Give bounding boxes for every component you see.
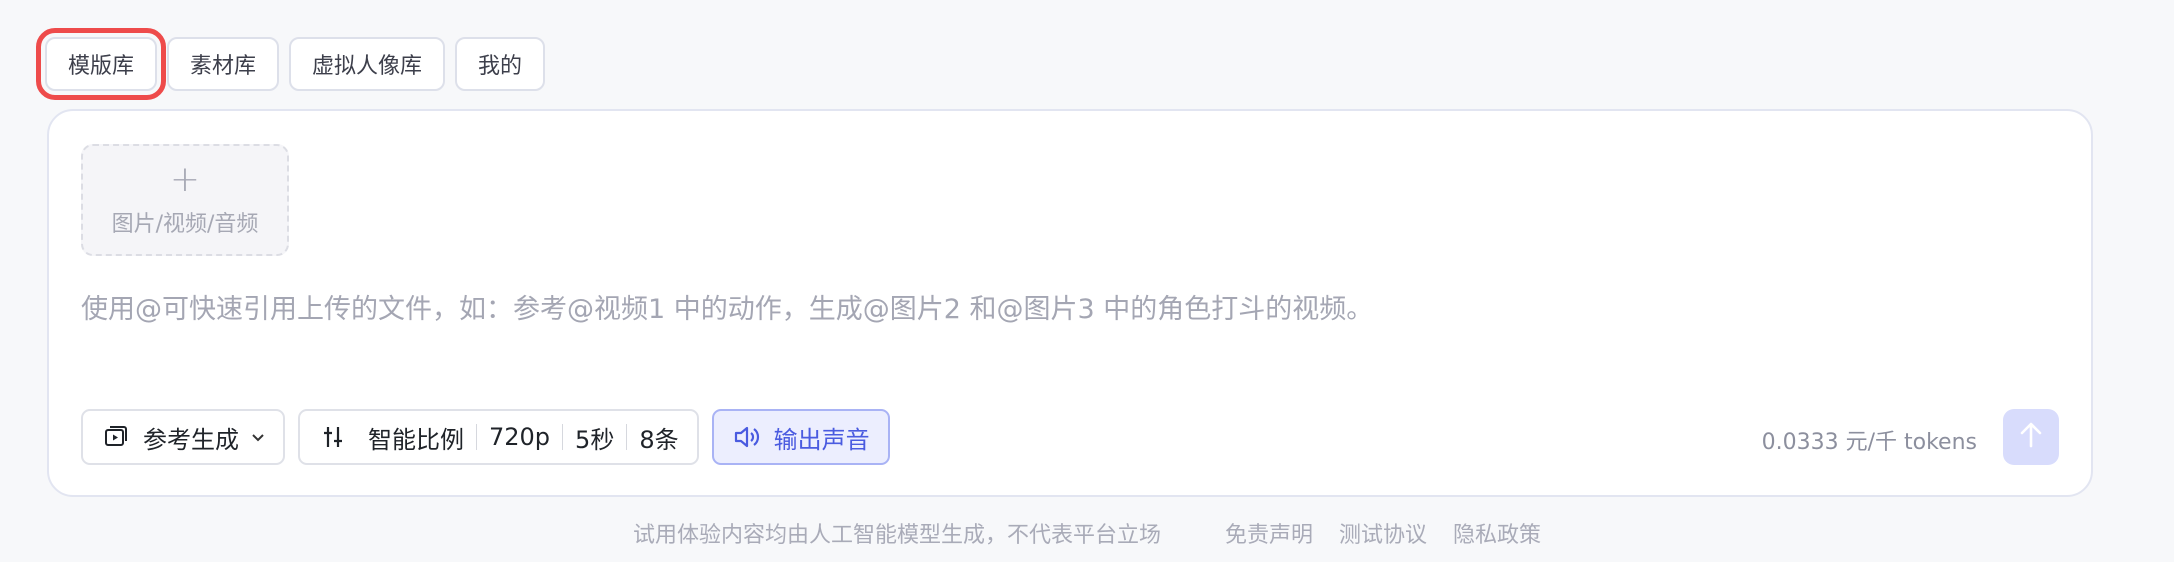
upload-label: 图片/视频/音频 (111, 212, 259, 237)
page: 模版库 素材库 虚拟人像库 我的 + 图片/视频/音频 参考生成 (0, 0, 2174, 562)
video-reference-icon (101, 422, 131, 452)
arrow-up-icon (2018, 421, 2044, 453)
chevron-down-icon (251, 428, 265, 447)
tab-virtual-avatar-library[interactable]: 虚拟人像库 (289, 37, 446, 91)
generation-mode-dropdown[interactable]: 参考生成 (81, 409, 285, 465)
duration-value: 5秒 (575, 425, 615, 454)
disclaimer-text: 试用体验内容均由人工智能模型生成，不代表平台立场 (632, 523, 1161, 548)
test-agreement-link[interactable]: 测试协议 (1339, 517, 1427, 549)
generation-mode-label: 参考生成 (143, 425, 239, 454)
upload-media-button[interactable]: + 图片/视频/音频 (81, 144, 289, 256)
aspect-ratio-value: 智能比例 (368, 425, 464, 454)
toolbar: 参考生成 智能比例 720p 5秒 8条 输出声音 (81, 409, 890, 465)
compose-card: + 图片/视频/音频 参考生成 (47, 109, 2093, 497)
plus-icon: + (169, 159, 201, 200)
speaker-icon (732, 422, 762, 452)
output-sound-label: 输出声音 (773, 425, 870, 454)
tab-bar: 模版库 素材库 虚拟人像库 我的 (35, 28, 546, 100)
sliders-icon (318, 422, 348, 452)
privacy-policy-link[interactable]: 隐私政策 (1453, 517, 1541, 549)
tab-mine[interactable]: 我的 (455, 37, 546, 91)
price-label: 0.0333 元/千 tokens (1761, 430, 1977, 455)
tab-material-library[interactable]: 素材库 (167, 37, 280, 91)
video-settings-button[interactable]: 智能比例 720p 5秒 8条 (298, 409, 699, 465)
footer: 试用体验内容均由人工智能模型生成，不代表平台立场 免责声明 测试协议 隐私政策 (0, 517, 2174, 549)
count-value: 8条 (639, 425, 679, 454)
output-sound-toggle[interactable]: 输出声音 (711, 409, 890, 465)
resolution-value: 720p (489, 423, 551, 451)
tab-template-library[interactable]: 模版库 (35, 28, 167, 100)
send-button[interactable] (2003, 409, 2059, 465)
disclaimer-link[interactable]: 免责声明 (1225, 517, 1313, 549)
prompt-input[interactable] (81, 287, 2061, 377)
